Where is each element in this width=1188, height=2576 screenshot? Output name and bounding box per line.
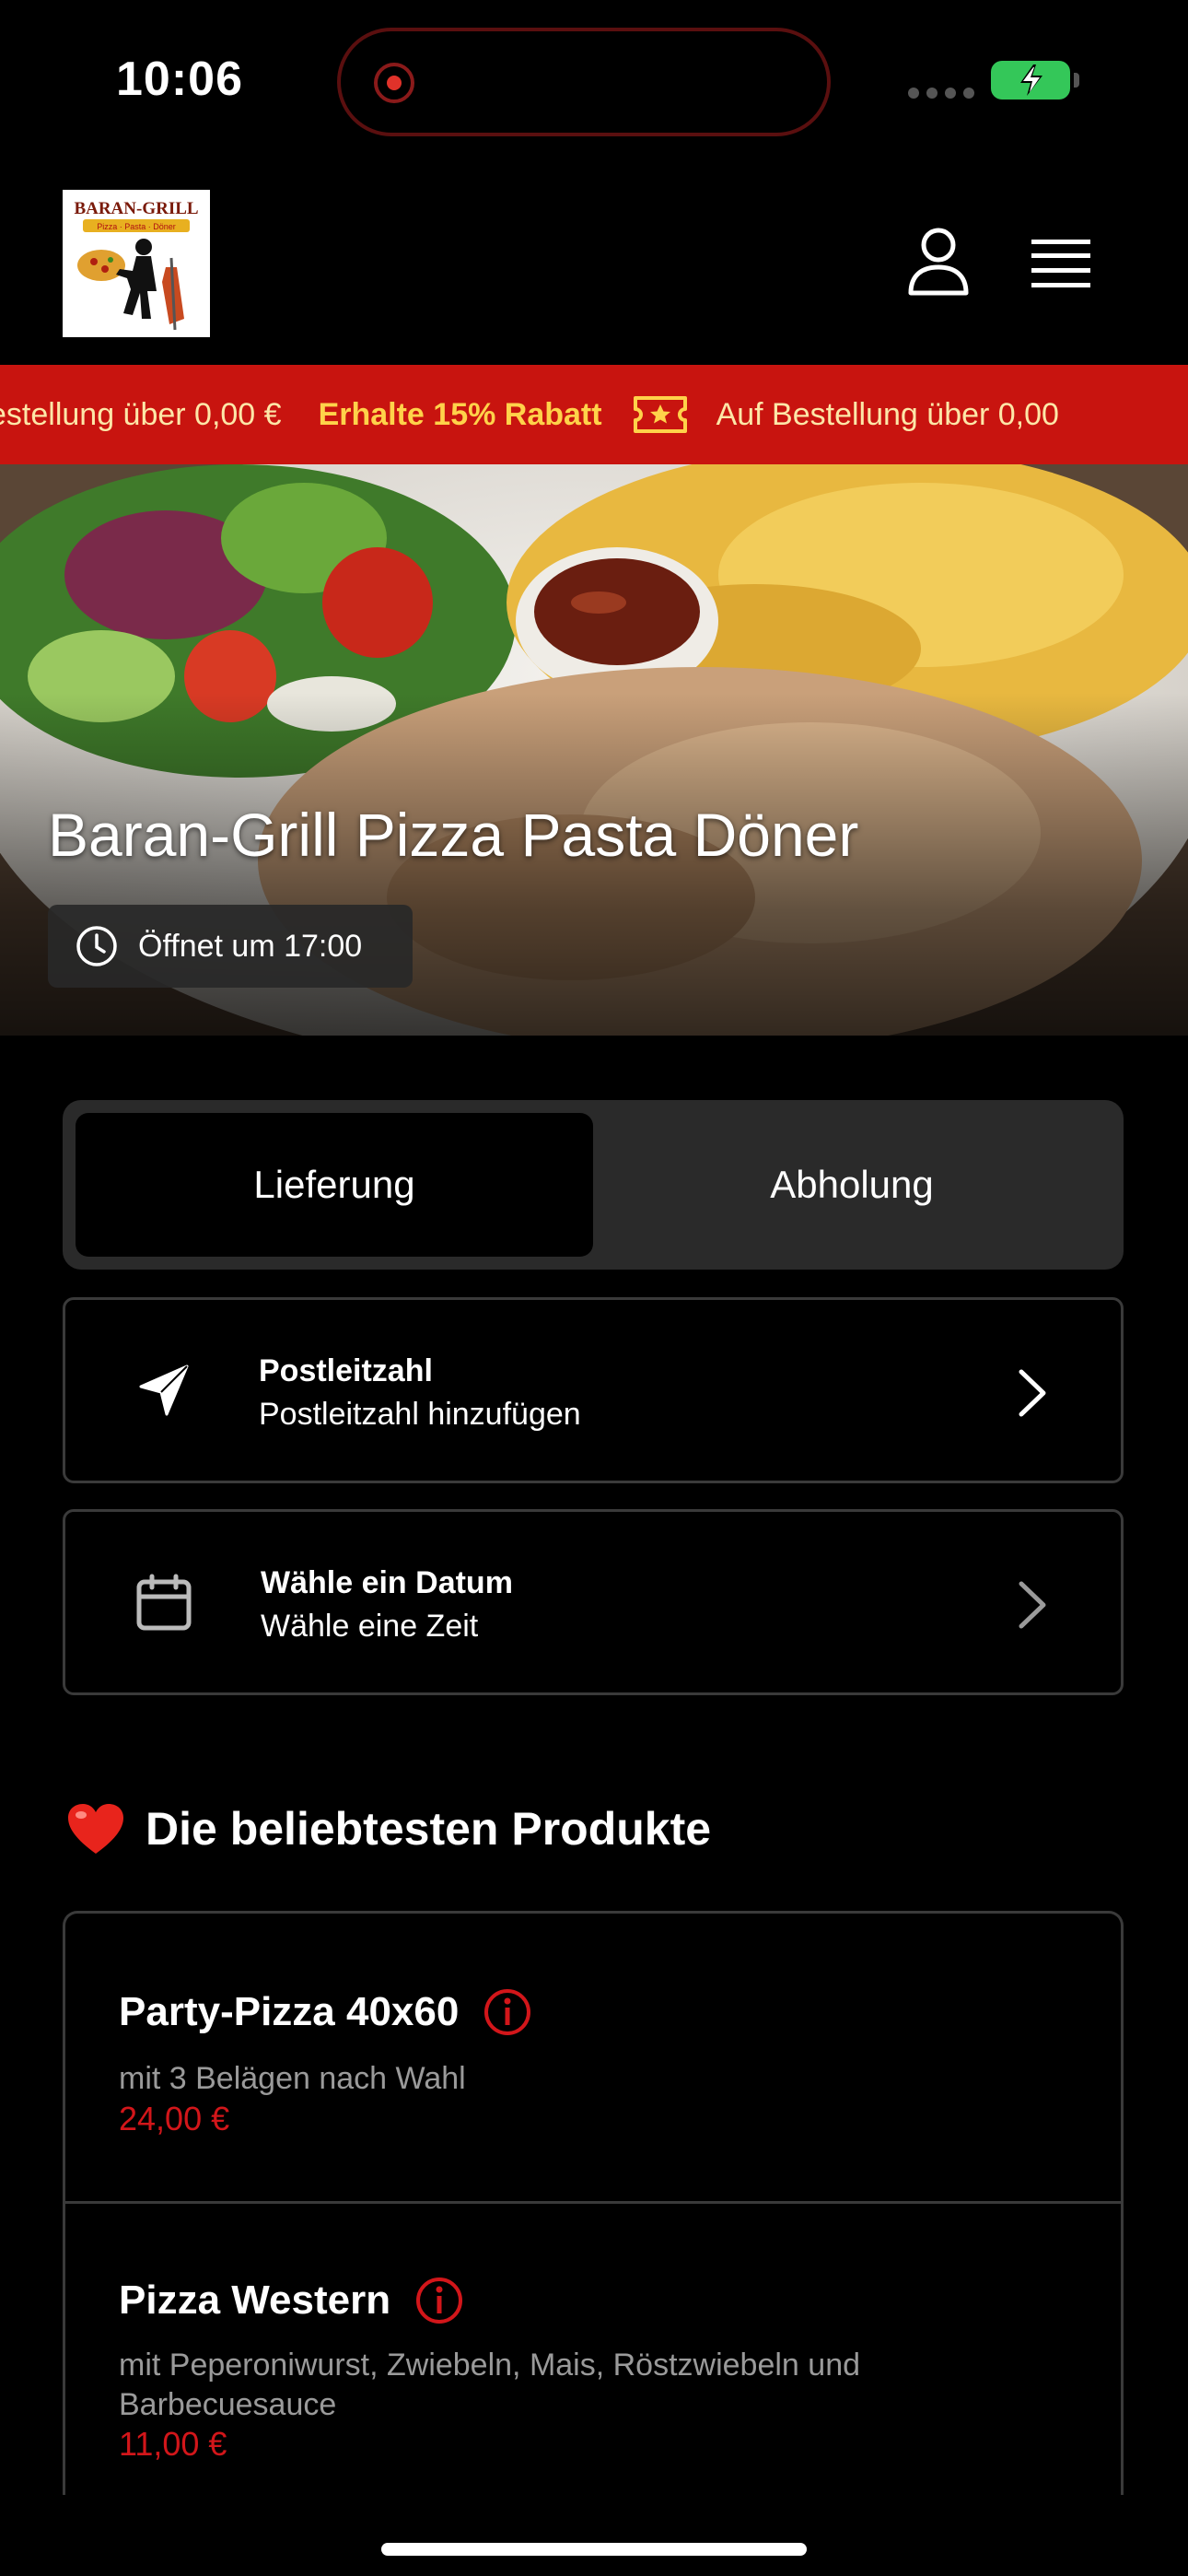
chevron-right-icon	[1019, 1369, 1046, 1417]
product-divider	[65, 2201, 1121, 2204]
clock-icon	[76, 926, 117, 966]
dynamic-island	[337, 28, 831, 136]
product-price: 24,00 €	[119, 2100, 230, 2137]
product-description: mit Peperoniwurst, Zwiebeln, Mais, Röstz…	[119, 2348, 861, 2422]
svg-text:Pizza · Pasta · Döner: Pizza · Pasta · Döner	[97, 222, 176, 231]
product-description: mit 3 Belägen nach Wahl	[119, 2061, 466, 2096]
location-arrow-icon	[139, 1364, 189, 1416]
hero-banner: Baran-Grill Pizza Pasta Döner Öffnet um …	[0, 464, 1188, 1036]
opening-status-badge: Öffnet um 17:00	[48, 905, 413, 988]
popular-products-title: Die beliebtesten Produkte	[146, 1803, 712, 1855]
product-name: Pizza Western	[119, 2277, 391, 2323]
status-time: 10:06	[116, 53, 243, 106]
chevron-right-icon	[1019, 1581, 1046, 1629]
popular-products-list: Party-Pizza 40x60 mit 3 Belägen nach Wah…	[63, 1911, 1124, 2495]
restaurant-name: Baran-Grill Pizza Pasta Döner	[48, 801, 859, 869]
postcode-value: Postleitzahl hinzufügen	[259, 1397, 581, 1432]
battery-charging-icon	[991, 61, 1079, 100]
user-icon[interactable]	[906, 227, 971, 297]
postcode-selector[interactable]: Postleitzahl Postleitzahl hinzufügen	[63, 1297, 1124, 1483]
promo-trailing-text: Auf Bestellung über 0,00	[716, 396, 1059, 432]
info-icon[interactable]	[414, 2276, 464, 2325]
schedule-selector[interactable]: Wähle ein Datum Wähle eine Zeit	[63, 1509, 1124, 1695]
promo-leading-text: estellung über 0,00 €	[0, 396, 282, 432]
schedule-date-label: Wähle ein Datum	[261, 1565, 513, 1600]
svg-text:BARAN-GRILL: BARAN-GRILL	[74, 199, 198, 218]
cellular-signal-icon	[908, 88, 974, 99]
home-indicator[interactable]	[381, 2543, 807, 2556]
promo-discount-text: Erhalte 15% Rabatt	[318, 396, 602, 432]
hamburger-menu-icon[interactable]	[1031, 238, 1090, 289]
schedule-time-label: Wähle eine Zeit	[261, 1609, 479, 1644]
tab-delivery[interactable]: Lieferung	[76, 1113, 593, 1257]
promo-ticker[interactable]: estellung über 0,00 € Erhalte 15% Rabatt…	[0, 365, 1188, 464]
popular-products-heading: Die beliebtesten Produkte	[66, 1802, 711, 1856]
status-bar: 10:06	[0, 0, 1188, 161]
restaurant-logo[interactable]: BARAN-GRILL Pizza · Pasta · Döner	[63, 190, 210, 337]
heart-icon	[68, 1804, 123, 1854]
postcode-label: Postleitzahl	[259, 1353, 433, 1388]
order-type-switch: Lieferung Abholung	[63, 1100, 1124, 1270]
coupon-icon	[632, 392, 689, 437]
product-price: 11,00 €	[119, 2425, 227, 2463]
opening-status-text: Öffnet um 17:00	[138, 928, 363, 964]
calendar-icon	[136, 1574, 192, 1631]
product-name: Party-Pizza 40x60	[119, 1989, 460, 2034]
recording-indicator-icon	[374, 63, 414, 103]
tab-pickup[interactable]: Abholung	[593, 1113, 1111, 1257]
info-icon[interactable]	[483, 1987, 532, 2037]
